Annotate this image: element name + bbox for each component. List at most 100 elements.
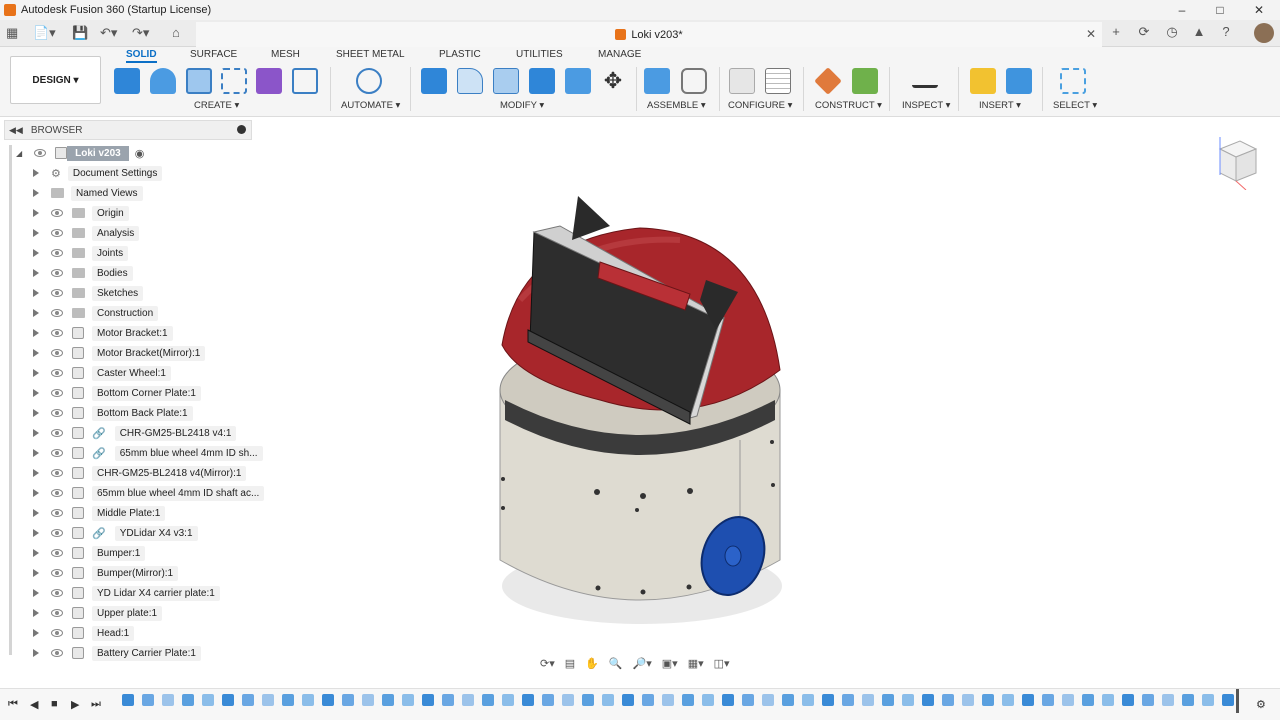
visibility-eye-icon[interactable]: [51, 469, 63, 477]
visibility-eye-icon[interactable]: [51, 589, 63, 597]
browser-item[interactable]: Bumper:1: [30, 543, 146, 563]
visibility-eye-icon[interactable]: [34, 149, 47, 157]
timeline-feature-icon[interactable]: [1062, 694, 1074, 706]
workspace-switcher-button[interactable]: DESIGN ▾: [10, 56, 101, 104]
tab-surface[interactable]: SURFACE: [190, 49, 237, 60]
visibility-eye-icon[interactable]: [51, 389, 63, 397]
visibility-eye-icon[interactable]: [51, 329, 63, 337]
timeline-feature-icon[interactable]: [162, 694, 174, 706]
expand-arrow-icon[interactable]: [33, 169, 39, 177]
tab-mesh[interactable]: MESH: [271, 49, 300, 60]
browser-item[interactable]: 🔗 YDLidar X4 v3:1: [30, 523, 198, 543]
pan-icon[interactable]: ✋: [585, 657, 599, 670]
file-menu-icon[interactable]: 📄▾: [33, 25, 56, 41]
browser-item[interactable]: ⚙ Document Settings: [30, 163, 163, 183]
timeline-feature-icon[interactable]: [562, 694, 574, 706]
timeline-feature-icon[interactable]: [202, 694, 214, 706]
activate-radio-icon[interactable]: ◉: [135, 147, 145, 160]
timeline-feature-icon[interactable]: [542, 694, 554, 706]
timeline-feature-icon[interactable]: [942, 694, 954, 706]
visibility-eye-icon[interactable]: [51, 429, 63, 437]
timeline-feature-icon[interactable]: [222, 694, 234, 706]
new-tab-icon[interactable]: +: [1107, 24, 1125, 42]
sweep-icon[interactable]: [221, 68, 247, 94]
create-menu[interactable]: CREATE ▾: [194, 100, 239, 111]
orbit-icon[interactable]: ⟳▾: [540, 657, 555, 670]
offset-plane-icon[interactable]: [814, 67, 842, 95]
browser-pin-icon[interactable]: [237, 125, 246, 134]
timeline-feature-icon[interactable]: [182, 694, 194, 706]
timeline-feature-icon[interactable]: [1202, 694, 1214, 706]
browser-item[interactable]: 🔗 CHR-GM25-BL2418 v4:1: [30, 423, 237, 443]
timeline-feature-icon[interactable]: [682, 694, 694, 706]
expand-arrow-icon[interactable]: [33, 429, 39, 437]
expand-arrow-icon[interactable]: [33, 329, 39, 337]
timeline-back-icon[interactable]: ◀: [30, 698, 38, 711]
timeline-end-icon[interactable]: ⏭: [91, 698, 101, 711]
browser-item[interactable]: 🔗 65mm blue wheel 4mm ID sh...: [30, 443, 263, 463]
expand-arrow-icon[interactable]: [33, 289, 39, 297]
browser-item[interactable]: Construction: [30, 303, 159, 323]
timeline-feature-icon[interactable]: [342, 694, 354, 706]
revolve-icon[interactable]: [186, 68, 212, 94]
visibility-eye-icon[interactable]: [51, 549, 63, 557]
tab-solid[interactable]: SOLID: [126, 49, 157, 63]
expand-arrow-icon[interactable]: [33, 609, 39, 617]
visibility-eye-icon[interactable]: [51, 229, 63, 237]
avatar[interactable]: [1254, 23, 1274, 43]
collapse-arrow-icon[interactable]: ◢: [16, 149, 22, 158]
visibility-eye-icon[interactable]: [51, 349, 63, 357]
browser-item[interactable]: Motor Bracket(Mirror):1: [30, 343, 206, 363]
undo-icon[interactable]: ↶▾: [100, 25, 117, 41]
modify-menu[interactable]: MODIFY ▾: [500, 100, 544, 111]
browser-item[interactable]: CHR-GM25-BL2418 v4(Mirror):1: [30, 463, 247, 483]
timeline-feature-icon[interactable]: [502, 694, 514, 706]
collapse-panel-icon[interactable]: ◀◀: [9, 125, 23, 136]
visibility-eye-icon[interactable]: [51, 609, 63, 617]
select-icon[interactable]: [1060, 68, 1086, 94]
timeline-feature-icon[interactable]: [462, 694, 474, 706]
tab-utilities[interactable]: UTILITIES: [516, 49, 563, 60]
automate-menu[interactable]: AUTOMATE ▾: [341, 100, 400, 111]
expand-arrow-icon[interactable]: [33, 349, 39, 357]
browser-item[interactable]: 65mm blue wheel 4mm ID shaft ac...: [30, 483, 265, 503]
timeline-feature-icon[interactable]: [762, 694, 774, 706]
expand-arrow-icon[interactable]: [33, 569, 39, 577]
move-icon[interactable]: ✥: [600, 68, 626, 94]
expand-arrow-icon[interactable]: [33, 649, 39, 657]
timeline-feature-icon[interactable]: [782, 694, 794, 706]
combine-icon[interactable]: [565, 68, 591, 94]
canvas-image-icon[interactable]: [1006, 68, 1032, 94]
save-icon[interactable]: 💾: [72, 25, 88, 41]
timeline-play-icon[interactable]: ▶: [71, 698, 79, 711]
new-component-icon[interactable]: [114, 68, 140, 94]
timeline-feature-icon[interactable]: [302, 694, 314, 706]
insert-menu[interactable]: INSERT ▾: [979, 100, 1021, 111]
timeline-feature-icon[interactable]: [722, 694, 734, 706]
timeline-feature-icon[interactable]: [362, 694, 374, 706]
timeline-marker[interactable]: [1236, 689, 1239, 713]
timeline-feature-icon[interactable]: [802, 694, 814, 706]
model-viewport[interactable]: [255, 118, 1280, 688]
timeline-feature-icon[interactable]: [642, 694, 654, 706]
browser-item[interactable]: Upper plate:1: [30, 603, 163, 623]
configure-icon[interactable]: [729, 68, 755, 94]
form-icon[interactable]: [256, 68, 282, 94]
tab-plastic[interactable]: PLASTIC: [439, 49, 481, 60]
grid-settings-icon[interactable]: ▦▾: [688, 657, 704, 670]
display-settings-icon[interactable]: ▣▾: [662, 657, 678, 670]
expand-arrow-icon[interactable]: [33, 209, 39, 217]
extensions-icon[interactable]: ⟳: [1135, 24, 1153, 42]
browser-item[interactable]: Caster Wheel:1: [30, 363, 171, 383]
help-icon[interactable]: ?: [1217, 24, 1235, 42]
expand-arrow-icon[interactable]: [33, 629, 39, 637]
expand-arrow-icon[interactable]: [33, 589, 39, 597]
look-at-icon[interactable]: ▤: [565, 657, 575, 670]
robot-model[interactable]: [255, 118, 1280, 688]
visibility-eye-icon[interactable]: [51, 289, 63, 297]
browser-item[interactable]: Battery Carrier Plate:1: [30, 643, 201, 663]
timeline-start-icon[interactable]: ⏮: [8, 698, 18, 711]
timeline-feature-icon[interactable]: [1042, 694, 1054, 706]
timeline-feature-icon[interactable]: [742, 694, 754, 706]
browser-scroll-track[interactable]: [9, 145, 12, 655]
